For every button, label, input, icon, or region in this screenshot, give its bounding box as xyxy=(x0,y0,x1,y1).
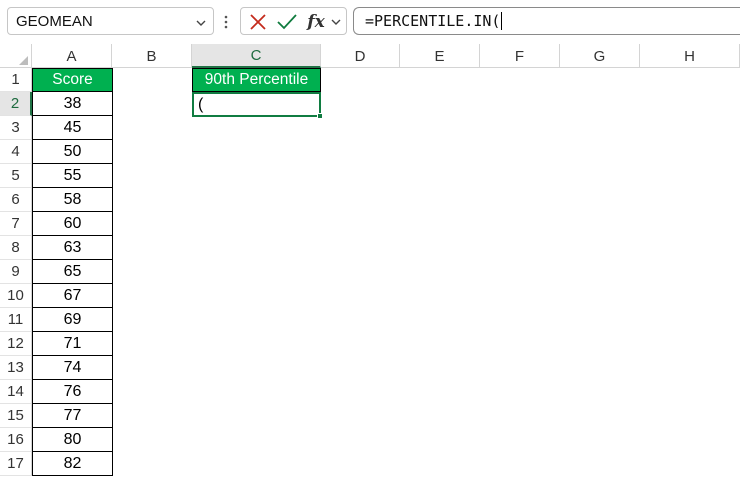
text-caret xyxy=(501,12,503,30)
formula-input[interactable]: =PERCENTILE.IN( xyxy=(353,7,740,35)
fill-handle[interactable] xyxy=(317,113,323,119)
score-cell[interactable]: 76 xyxy=(32,380,113,404)
score-cell[interactable]: 67 xyxy=(32,284,113,308)
formula-buttons: fx xyxy=(240,7,347,35)
worksheet: ABCDEFGH 1 2 3 4 5 6 7 8 9 10 11 12 13 14 15 16 17 Score… xyxy=(0,44,740,482)
cancel-icon[interactable] xyxy=(247,11,269,33)
score-cell[interactable]: 38 xyxy=(32,92,113,116)
column-header-row: ABCDEFGH xyxy=(0,44,740,68)
select-all-button[interactable] xyxy=(0,44,32,68)
score-cell[interactable]: 82 xyxy=(32,452,113,476)
score-cell[interactable]: 45 xyxy=(32,116,113,140)
name-box-value: GEOMEAN xyxy=(16,12,93,30)
score-cell[interactable]: 65 xyxy=(32,260,113,284)
select-all-triangle-icon xyxy=(19,56,28,65)
formula-bar: GEOMEAN fx =PERCENTILE.IN( xyxy=(0,0,740,44)
score-cell[interactable]: 55 xyxy=(32,164,113,188)
formula-text: =PERCENTILE.IN( xyxy=(365,12,501,30)
insert-function-button[interactable]: fx xyxy=(305,11,327,33)
score-cell[interactable]: 60 xyxy=(32,212,113,236)
column-header-a[interactable]: A xyxy=(32,44,112,68)
chevron-down-icon[interactable] xyxy=(195,16,207,28)
cell-grid[interactable]: Score 38 45 50 55 58 60 63 65 67 69 71 74 76 77 80 82 90t… xyxy=(0,68,740,482)
score-cell[interactable]: 58 xyxy=(32,188,113,212)
enter-icon[interactable] xyxy=(275,11,299,33)
score-cell[interactable]: 50 xyxy=(32,140,113,164)
cell-edit-text: ( xyxy=(198,95,204,113)
score-cell[interactable]: 63 xyxy=(32,236,113,260)
column-header-g[interactable]: G xyxy=(560,44,640,68)
column-header-d[interactable]: D xyxy=(321,44,400,68)
score-cell[interactable]: 74 xyxy=(32,356,113,380)
score-cell[interactable]: 77 xyxy=(32,404,113,428)
score-cell[interactable]: 71 xyxy=(32,332,113,356)
score-cell[interactable]: 69 xyxy=(32,308,113,332)
active-cell-c2[interactable]: ( xyxy=(192,92,323,119)
more-options-icon[interactable] xyxy=(224,14,228,30)
chevron-down-icon[interactable] xyxy=(329,11,343,33)
column-header-h[interactable]: H xyxy=(640,44,740,68)
column-header-f[interactable]: F xyxy=(480,44,560,68)
score-cell[interactable]: 80 xyxy=(32,428,113,452)
column-header-c[interactable]: C xyxy=(192,44,321,68)
score-header-cell[interactable]: Score xyxy=(32,68,113,92)
percentile-header-cell[interactable]: 90th Percentile xyxy=(192,68,321,92)
column-header-e[interactable]: E xyxy=(400,44,480,68)
name-box[interactable]: GEOMEAN xyxy=(7,7,214,35)
column-header-b[interactable]: B xyxy=(112,44,192,68)
